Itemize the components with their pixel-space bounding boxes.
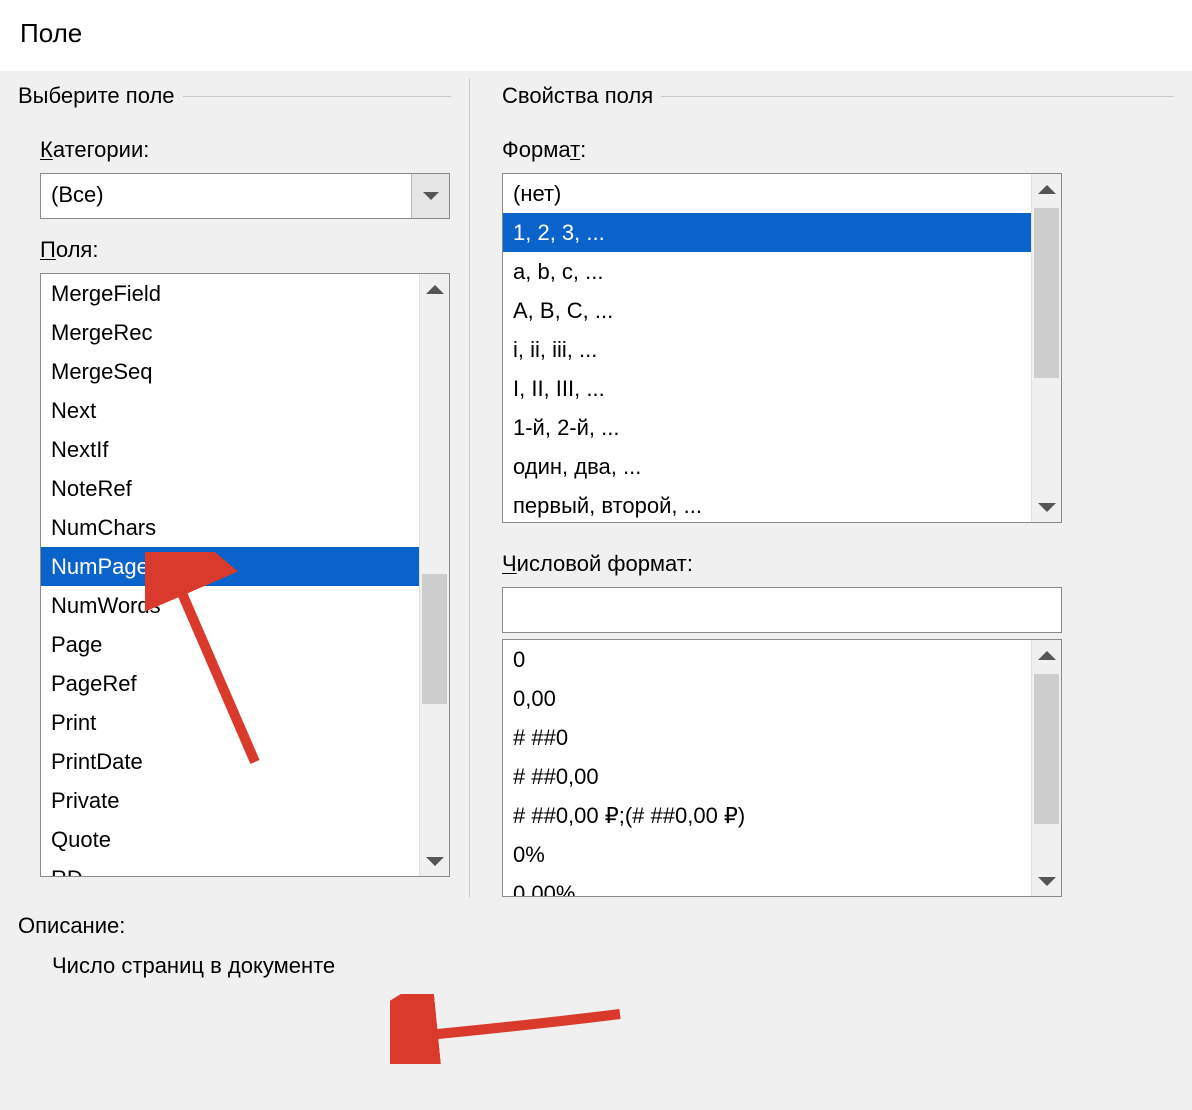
caret-down-icon [1038, 877, 1056, 886]
numformat-input[interactable] [502, 587, 1062, 633]
list-item[interactable]: 1-й, 2-й, ... [503, 408, 1061, 447]
categories-value: (Все) [41, 174, 411, 218]
right-panel: Свойства поля Формат: (нет)1, 2, 3, ...a… [470, 79, 1192, 897]
format-label: Формат: [502, 133, 1174, 167]
scroll-down-button[interactable] [1032, 492, 1062, 522]
scroll-thumb[interactable] [1034, 208, 1059, 378]
caret-up-icon [1038, 185, 1056, 194]
dialog-title: Поле [0, 0, 1192, 71]
scroll-down-button[interactable] [1032, 866, 1062, 896]
list-item[interactable]: NextIf [41, 430, 449, 469]
chevron-down-icon [423, 192, 439, 200]
list-item[interactable]: PageRef [41, 664, 449, 703]
list-item[interactable]: MergeRec [41, 313, 449, 352]
list-item[interactable]: Private [41, 781, 449, 820]
dropdown-button[interactable] [411, 174, 449, 218]
scroll-up-button[interactable] [1032, 174, 1062, 204]
format-listbox[interactable]: (нет)1, 2, 3, ...a, b, c, ...A, B, C, ..… [502, 173, 1062, 523]
list-item[interactable]: NoteRef [41, 469, 449, 508]
categories-label: Категории: [18, 133, 451, 167]
numformat-label: Числовой формат: [502, 547, 1174, 581]
list-item[interactable]: NumWords [41, 586, 449, 625]
list-item[interactable]: первый, второй, ... [503, 486, 1061, 523]
caret-up-icon [426, 285, 444, 294]
annotation-arrow-icon [390, 994, 640, 1064]
list-item[interactable]: # ##0,00 ₽;(# ##0,00 ₽) [503, 796, 1061, 835]
description-section: Описание: Число страниц в документе [0, 897, 1192, 979]
numformat-listbox[interactable]: 00,00# ##0# ##0,00# ##0,00 ₽;(# ##0,00 ₽… [502, 639, 1062, 897]
list-item[interactable]: 0,00% [503, 874, 1061, 897]
list-item[interactable]: MergeField [41, 274, 449, 313]
list-item[interactable]: # ##0,00 [503, 757, 1061, 796]
list-item[interactable]: NumPages [41, 547, 449, 586]
list-item[interactable]: # ##0 [503, 718, 1061, 757]
caret-down-icon [1038, 503, 1056, 512]
scroll-thumb[interactable] [1034, 674, 1059, 824]
caret-down-icon [426, 857, 444, 866]
caret-up-icon [1038, 651, 1056, 660]
field-props-header: Свойства поля [502, 83, 653, 109]
divider-line [661, 96, 1174, 97]
description-label: Описание: [18, 913, 1192, 953]
scrollbar[interactable] [1031, 640, 1061, 896]
list-item[interactable]: Next [41, 391, 449, 430]
fields-listbox[interactable]: MergeFieldMergeRecMergeSeqNextNextIfNote… [40, 273, 450, 877]
scroll-up-button[interactable] [1032, 640, 1062, 670]
list-item[interactable]: I, II, III, ... [503, 369, 1061, 408]
select-field-header: Выберите поле [18, 83, 175, 109]
list-item[interactable]: (нет) [503, 174, 1061, 213]
scroll-down-button[interactable] [420, 846, 450, 876]
divider-line [183, 96, 451, 97]
left-panel: Выберите поле Категории: (Все) Поля: Mer… [0, 79, 470, 897]
list-item[interactable]: Page [41, 625, 449, 664]
scroll-thumb[interactable] [422, 574, 447, 704]
fields-label: Поля: [18, 233, 451, 267]
list-item[interactable]: 0 [503, 640, 1061, 679]
categories-dropdown[interactable]: (Все) [40, 173, 450, 219]
list-item[interactable]: Quote [41, 820, 449, 859]
list-item[interactable]: PrintDate [41, 742, 449, 781]
scrollbar[interactable] [1031, 174, 1061, 522]
list-item[interactable]: i, ii, iii, ... [503, 330, 1061, 369]
list-item[interactable]: A, B, C, ... [503, 291, 1061, 330]
list-item[interactable]: Print [41, 703, 449, 742]
description-text: Число страниц в документе [18, 953, 1192, 979]
scroll-up-button[interactable] [420, 274, 450, 304]
list-item[interactable]: 1, 2, 3, ... [503, 213, 1061, 252]
list-item[interactable]: a, b, c, ... [503, 252, 1061, 291]
list-item[interactable]: 0,00 [503, 679, 1061, 718]
list-item[interactable]: NumChars [41, 508, 449, 547]
list-item[interactable]: RD [41, 859, 449, 877]
scrollbar[interactable] [419, 274, 449, 876]
list-item[interactable]: один, два, ... [503, 447, 1061, 486]
list-item[interactable]: 0% [503, 835, 1061, 874]
list-item[interactable]: MergeSeq [41, 352, 449, 391]
